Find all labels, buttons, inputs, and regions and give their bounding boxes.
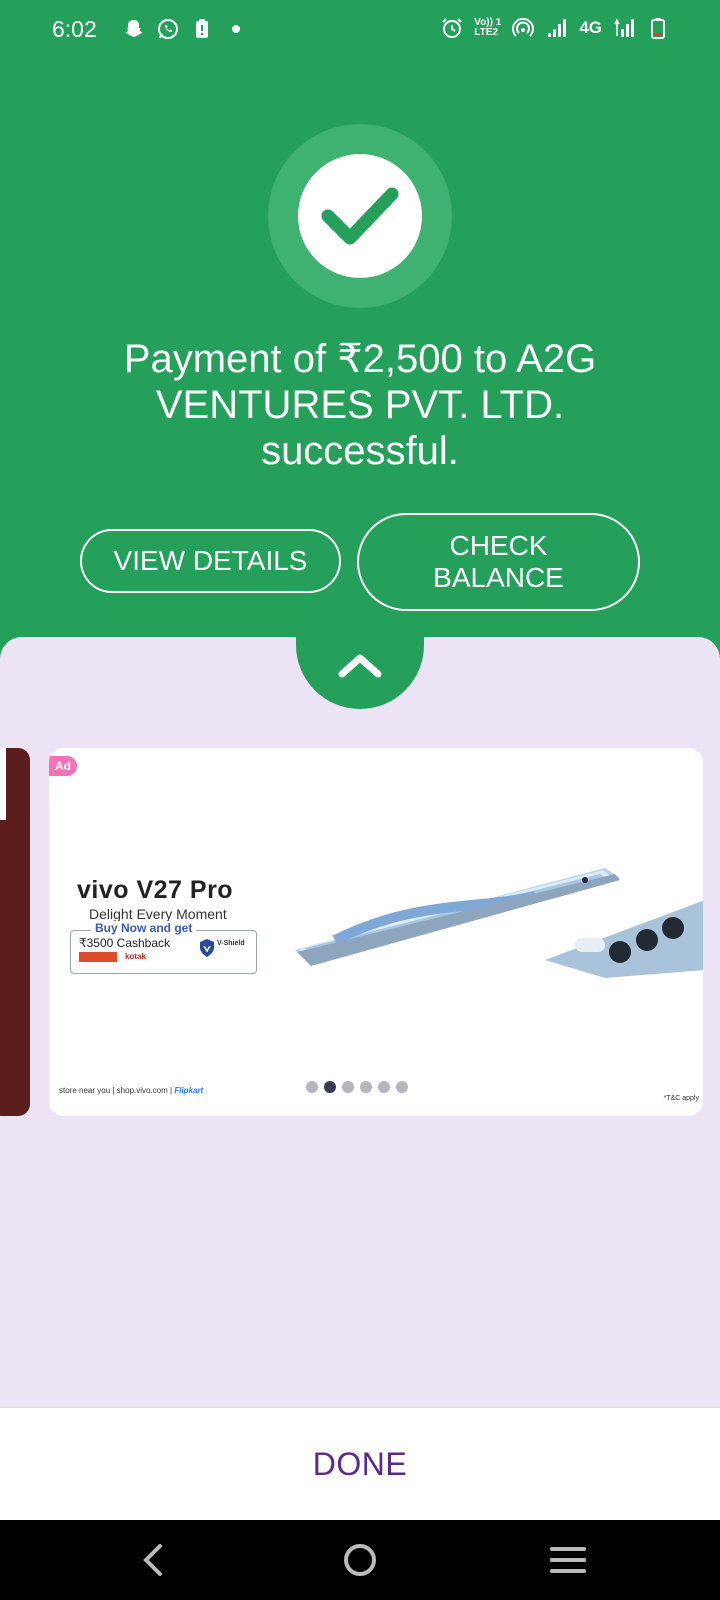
notification-icons	[122, 17, 248, 41]
ad-badge: Ad	[49, 756, 77, 776]
checkmark-icon	[321, 187, 399, 245]
volte-icon: Vo)) 1 LTE2	[474, 17, 502, 38]
card-strip	[0, 748, 6, 820]
ad-footer-text: store near you | shop.vivo.com |	[59, 1086, 173, 1095]
carousel-dot[interactable]	[396, 1081, 408, 1093]
kotak-logo: kotak	[125, 952, 146, 961]
check-balance-label: CHECK BALANCE	[433, 530, 564, 593]
carousel-dot[interactable]	[378, 1081, 390, 1093]
battery-icon	[651, 18, 665, 39]
status-time: 6:02	[52, 16, 97, 42]
navigation-bar	[0, 1520, 720, 1600]
ad-offer-heading: Buy Now and get	[91, 921, 197, 935]
carousel-dot[interactable]	[360, 1081, 372, 1093]
carousel-dot[interactable]	[306, 1081, 318, 1093]
payment-success-message: Payment of ₹2,500 to A2G VENTURES PVT. L…	[123, 337, 597, 473]
battery-alert-icon	[196, 19, 208, 38]
view-details-button[interactable]: VIEW DETAILS	[80, 529, 341, 593]
hotspot-icon	[512, 17, 535, 37]
carousel-dot[interactable]	[342, 1081, 354, 1093]
signal-icon	[548, 19, 567, 37]
dot-icon	[232, 25, 240, 33]
success-check-circle	[298, 154, 422, 278]
ad-brand: vivo V27 Pro	[77, 876, 234, 904]
back-icon[interactable]	[138, 1542, 168, 1578]
ad-banner[interactable]: Ad vivo V27 Pro Delight Every Moment Buy…	[49, 748, 703, 1116]
home-icon[interactable]	[342, 1542, 378, 1578]
bank-logo	[79, 952, 117, 962]
ad-footer: store near you | shop.vivo.com | Flipkar…	[59, 1086, 203, 1095]
system-status-icons: Vo)) 1 LTE2 4G	[440, 16, 670, 40]
carousel-dot-active[interactable]	[324, 1081, 336, 1093]
network-type-label: 4G	[579, 18, 602, 37]
previous-ad-card[interactable]	[0, 748, 30, 1116]
phone-image	[295, 868, 703, 978]
carousel-indicator	[306, 1081, 408, 1093]
whatsapp-icon	[158, 19, 178, 39]
menu-icon[interactable]	[550, 1544, 586, 1576]
check-balance-button[interactable]: CHECK BALANCE	[357, 513, 640, 611]
ad-cashback: ₹3500 Cashback	[79, 936, 171, 950]
signal-2-icon	[614, 18, 634, 37]
done-button[interactable]: DONE	[0, 1408, 720, 1521]
flipkart-logo: Flipkart	[174, 1086, 204, 1095]
status-bar: 6:02 Vo)) 1 LTE2 4G	[0, 0, 720, 60]
ad-tagline: Delight Every Moment	[89, 906, 227, 922]
shield-icon	[200, 939, 214, 957]
ad-terms: *T&C apply	[663, 1095, 699, 1102]
alarm-icon	[442, 18, 462, 38]
vshield-label: V-Shield	[217, 940, 245, 947]
done-bar: DONE	[0, 1407, 720, 1520]
snapchat-icon	[125, 20, 143, 37]
chevron-up-icon	[338, 654, 382, 678]
